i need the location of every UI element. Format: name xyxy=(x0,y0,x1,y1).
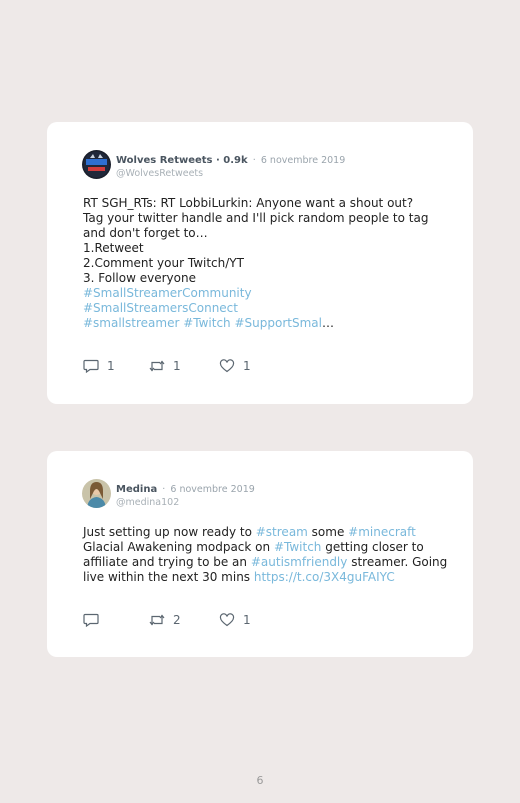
retweet-button[interactable]: 2 xyxy=(149,613,181,627)
text-segment: live within the next 30 mins xyxy=(83,570,254,584)
retweet-icon xyxy=(149,360,165,372)
tweet-text: RT SGH_RTs: RT LobbiLurkin: Anyone want … xyxy=(83,196,433,331)
text-line: live within the next 30 mins https://t.c… xyxy=(83,570,433,585)
text-segment: Glacial Awakening modpack on xyxy=(83,540,274,554)
retweet-icon xyxy=(149,614,165,626)
text-line: 1.Retweet xyxy=(83,241,144,255)
avatar[interactable] xyxy=(82,150,111,179)
tweet-card: Medina · 6 novembre 2019 @medina102 Just… xyxy=(47,451,473,657)
text-segment: streamer. Going xyxy=(347,555,448,569)
retweet-button[interactable]: 1 xyxy=(149,359,181,373)
text-segment: getting closer to xyxy=(321,540,424,554)
heart-icon xyxy=(219,359,235,373)
hashtag-link[interactable]: #minecraft xyxy=(348,525,416,539)
hashtag-link[interactable]: #SmallStreamerCommunity xyxy=(83,286,433,301)
tweet-header: Wolves Retweets · 0.9k · 6 novembre 2019… xyxy=(116,152,345,180)
ellipsis: … xyxy=(321,316,334,330)
text-line: 2.Comment your Twitch/YT xyxy=(83,256,244,270)
hashtag-link[interactable]: #Twitch xyxy=(274,540,321,554)
like-count: 1 xyxy=(243,613,251,627)
page-number: 6 xyxy=(256,774,264,787)
tweet-card: Wolves Retweets · 0.9k · 6 novembre 2019… xyxy=(47,122,473,404)
author-name[interactable]: Wolves Retweets · 0.9k xyxy=(116,155,248,166)
text-line: Glacial Awakening modpack on #Twitch get… xyxy=(83,540,433,555)
retweet-count: 2 xyxy=(173,613,181,627)
tweet-date[interactable]: 6 novembre 2019 xyxy=(170,484,254,495)
url-link[interactable]: https://t.co/3X4guFAIYC xyxy=(254,570,395,584)
avatar[interactable] xyxy=(82,479,111,508)
reply-button[interactable] xyxy=(83,613,107,627)
text-line: 3. Follow everyone xyxy=(83,271,196,285)
tweet-text: Just setting up now ready to #stream som… xyxy=(83,525,447,585)
reply-icon xyxy=(83,359,99,373)
hashtag-link[interactable]: #smallstreamer #Twitch #SupportSmal xyxy=(83,316,322,330)
tweet-header: Medina · 6 novembre 2019 @medina102 xyxy=(116,481,255,509)
retweet-count: 1 xyxy=(173,359,181,373)
hashtag-link[interactable]: #stream xyxy=(256,525,308,539)
reply-button[interactable]: 1 xyxy=(83,359,115,373)
reply-icon xyxy=(83,613,99,627)
text-line: and don't forget to… xyxy=(83,226,208,240)
heart-icon xyxy=(219,613,235,627)
like-count: 1 xyxy=(243,359,251,373)
text-line: affiliate and trying to be an #autismfri… xyxy=(83,555,447,570)
hashtag-link[interactable]: #autismfriendly xyxy=(251,555,348,569)
author-handle[interactable]: @medina102 xyxy=(116,497,255,509)
text-line: RT SGH_RTs: RT LobbiLurkin: Anyone want … xyxy=(83,196,414,210)
text-segment: Just setting up now ready to xyxy=(83,525,256,539)
like-button[interactable]: 1 xyxy=(219,359,251,373)
author-name[interactable]: Medina xyxy=(116,484,157,495)
text-line: Just setting up now ready to #stream som… xyxy=(83,525,433,540)
tweet-date[interactable]: 6 novembre 2019 xyxy=(261,155,345,166)
reply-count: 1 xyxy=(107,359,115,373)
text-segment: affiliate and trying to be an xyxy=(83,555,251,569)
author-handle[interactable]: @WolvesRetweets xyxy=(116,168,345,180)
text-segment: some xyxy=(307,525,349,539)
text-line: #smallstreamer #Twitch #SupportSmal… xyxy=(83,316,433,331)
like-button[interactable]: 1 xyxy=(219,613,251,627)
text-line: Tag your twitter handle and I'll pick ra… xyxy=(83,211,429,225)
hashtag-link[interactable]: #SmallStreamersConnect xyxy=(83,301,433,316)
separator: · xyxy=(162,484,166,495)
separator: · xyxy=(252,155,256,166)
